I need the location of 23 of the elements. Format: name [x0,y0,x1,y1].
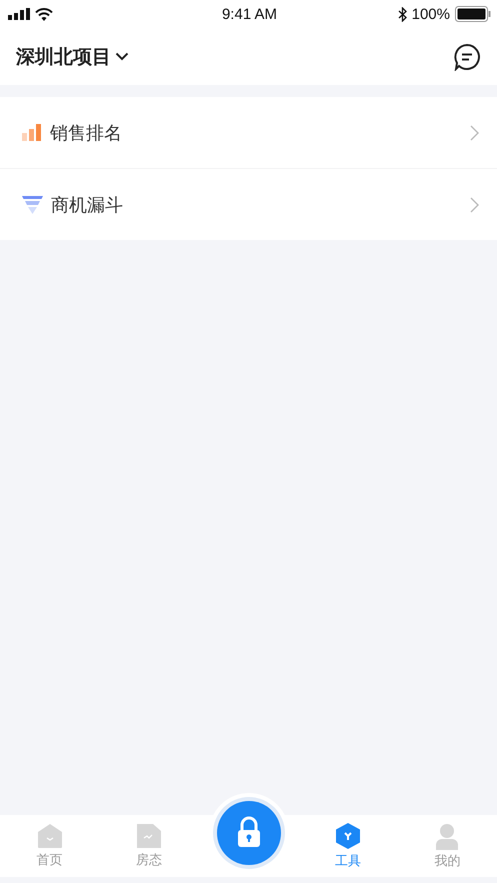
funnel-icon [22,196,43,214]
battery-percent: 100% [412,6,450,22]
chevron-right-icon [470,196,479,212]
wifi-icon [35,8,53,20]
message-icon[interactable] [453,42,481,70]
tab[interactable]: 房态 [99,815,199,877]
bar-chart-icon [22,124,42,141]
chevron-right-icon [470,124,479,140]
menu-item[interactable]: 商机漏斗 [0,169,497,240]
tab[interactable]: 首页 [0,815,100,877]
chevron-down-icon[interactable] [115,52,129,61]
menu-item[interactable]: 销售排名 [0,97,497,169]
signal-icon [8,8,30,20]
bluetooth-icon [398,6,407,22]
document-icon [136,823,162,849]
battery-icon [454,6,491,22]
user-icon [435,822,460,850]
tab[interactable]: 我的 [398,815,497,877]
home-icon [36,823,63,849]
project-title[interactable]: 深圳北项目 [16,44,111,70]
tab[interactable]: 工具 [298,815,398,877]
status-time: 9:41 AM [222,6,278,22]
hexagon-icon [334,822,361,850]
